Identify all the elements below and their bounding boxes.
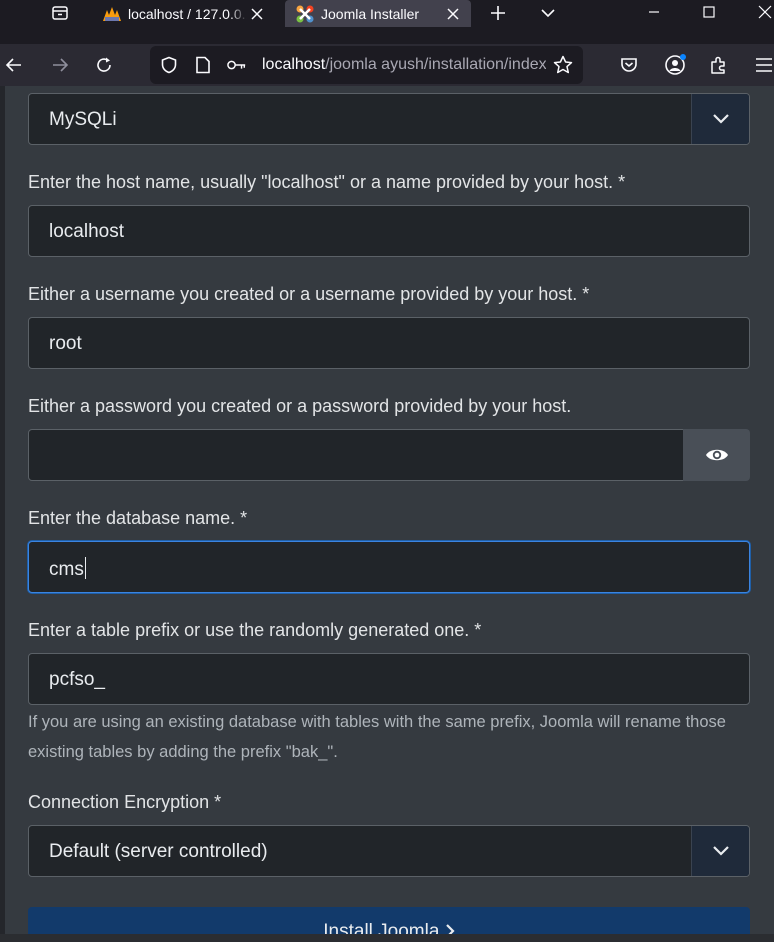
account-button[interactable] [661,51,689,79]
database-name-input[interactable]: cms [28,541,750,593]
password-group [28,429,750,481]
new-tab-button[interactable] [485,1,511,25]
close-window-button[interactable] [742,0,774,24]
password-input[interactable] [28,429,684,481]
app-menu-button[interactable] [750,51,774,79]
show-password-button[interactable] [683,429,750,481]
table-prefix-value: pcfso_ [49,669,105,690]
extensions-button[interactable] [705,51,733,79]
eye-icon [705,449,728,461]
bookmark-star-icon[interactable] [553,55,573,75]
table-prefix-label: Enter a table prefix or use the randomly… [28,620,482,640]
host-label: Enter the host name, usually "localhost"… [28,172,626,192]
connection-encryption-value: Default (server controlled) [49,841,268,862]
plus-icon [491,6,505,20]
password-label: Either a password you created or a passw… [28,396,572,416]
close-tab-icon[interactable] [247,4,267,24]
horizontal-scrollbar[interactable] [0,934,774,942]
navigation-toolbar: localhost/joomla ayush/installation/inde… [0,44,774,86]
joomla-icon [295,4,315,24]
minimize-icon [649,11,659,13]
reload-icon [97,57,111,72]
back-button[interactable] [0,51,28,79]
chevron-down-icon [712,846,729,856]
username-input[interactable]: root [28,317,750,369]
tab-title: localhost / 127.0.0.1 [128,5,247,22]
page-info-icon[interactable] [193,55,213,75]
maximize-icon [703,6,715,18]
puzzle-piece-icon [711,56,725,74]
page-left-edge [0,86,5,942]
connection-encryption-label: Connection Encryption * [28,792,222,812]
forward-button[interactable] [46,51,74,79]
address-bar[interactable]: localhost/joomla ayush/installation/inde… [150,46,583,84]
username-label: Either a username you created or a usern… [28,284,590,304]
table-prefix-help: If you are using an existing database wi… [28,713,726,761]
list-all-tabs-button[interactable] [535,1,561,25]
table-prefix-input[interactable]: pcfso_ [28,653,750,705]
page-content: MySQLi Enter the host name, usually "loc… [0,86,774,942]
tab-strip: localhost / 127.0.0.1 Joomla Installer [0,0,774,44]
reload-button[interactable] [90,51,118,79]
chevron-down-icon [712,114,729,124]
url-host: localhost [262,56,326,73]
chevron-down-icon [541,9,555,18]
username-value: root [49,333,82,354]
text-caret [84,557,86,579]
tracking-protection-shield-icon[interactable] [159,55,179,75]
host-input[interactable]: localhost [28,205,750,257]
tab-joomla-installer[interactable]: Joomla Installer [285,0,471,27]
database-name-label: Enter the database name. * [28,508,248,528]
database-name-value: cms [49,557,86,580]
minimize-button[interactable] [631,0,677,24]
back-arrow-icon [5,58,21,72]
pocket-icon [621,58,637,72]
select-arrow[interactable] [691,826,749,876]
select-arrow[interactable] [691,94,749,144]
url-path: /joomla ayush/installation/index.php [325,56,546,73]
browser-window: localhost / 127.0.0.1 Joomla Installer l… [0,0,774,942]
forward-arrow-icon [53,58,69,72]
account-icon [665,54,686,75]
tab-title: Joomla Installer [321,5,420,22]
permissions-key-icon[interactable] [227,55,247,75]
close-icon [758,5,772,19]
close-tab-icon[interactable] [443,4,463,24]
tab-phpmyadmin[interactable]: localhost / 127.0.0.1 [92,0,275,27]
url-text[interactable]: localhost/joomla ayush/installation/inde… [262,56,546,74]
maximize-button[interactable] [686,0,732,24]
connection-encryption-select[interactable]: Default (server controlled) [28,825,750,877]
host-value: localhost [49,221,124,242]
firefox-view-button[interactable] [46,1,74,25]
database-type-value: MySQLi [49,109,117,130]
firefox-view-icon [52,6,68,20]
pocket-button[interactable] [615,51,643,79]
database-type-select[interactable]: MySQLi [28,93,750,145]
hamburger-menu-icon [756,58,772,72]
phpmyadmin-icon [102,4,122,24]
